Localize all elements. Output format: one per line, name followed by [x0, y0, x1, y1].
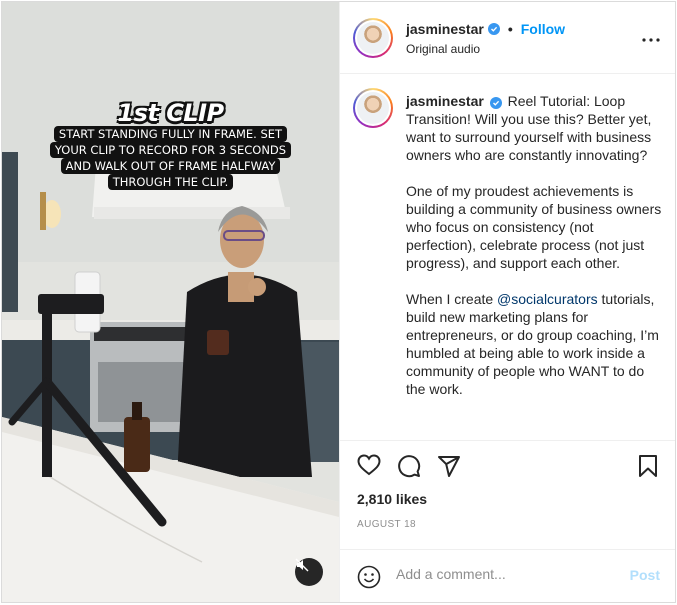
comment-input[interactable] [396, 566, 611, 582]
comment-icon [398, 455, 421, 478]
caption-paragraph-2: One of my proudest achievements is build… [406, 183, 662, 271]
post-details-panel: jasminestar • Follow Original audio jasm… [339, 2, 675, 602]
heart-icon [357, 454, 381, 476]
more-options-button[interactable] [642, 29, 660, 47]
action-bar [340, 440, 675, 495]
bookmark-icon [639, 455, 657, 477]
caption-text: jasminestar Reel Tutorial: Loop Transiti… [406, 92, 666, 398]
post-dialog: 1st CLIP START STANDING FULLY IN FRAME. … [1, 1, 676, 603]
comment-button[interactable] [397, 454, 421, 483]
like-count[interactable]: 2,810 likes [357, 491, 427, 507]
mention-link[interactable]: @socialcurators [497, 291, 598, 307]
reel-video[interactable]: 1st CLIP START STANDING FULLY IN FRAME. … [2, 2, 339, 602]
caption-comment: jasminestar Reel Tutorial: Loop Transiti… [340, 75, 675, 439]
clip-instruction-line: START STANDING FULLY IN FRAME. SET [53, 126, 288, 142]
more-icon [642, 38, 660, 42]
emoji-icon [357, 565, 381, 589]
like-button[interactable] [357, 454, 381, 481]
clip-instruction-line: AND WALK OUT OF FRAME HALFWAY [60, 158, 281, 174]
verified-icon [487, 23, 500, 35]
post-header: jasminestar • Follow Original audio [340, 2, 675, 74]
post-date[interactable]: AUGUST 18 [357, 519, 416, 530]
clip-title: 1st CLIP [117, 99, 224, 127]
video-frame-illustration [2, 2, 339, 602]
mute-button[interactable] [295, 558, 323, 586]
caption-author-avatar[interactable] [353, 88, 393, 128]
save-button[interactable] [638, 454, 658, 483]
author-username[interactable]: jasminestar [406, 21, 484, 37]
separator: • [507, 21, 513, 37]
caption-username[interactable]: jasminestar [406, 93, 484, 109]
author-avatar[interactable] [353, 18, 393, 58]
follow-button[interactable]: Follow [521, 21, 565, 37]
video-text-overlay: 1st CLIP START STANDING FULLY IN FRAME. … [2, 100, 339, 190]
caption-paragraph-3-text: When I create [406, 291, 498, 307]
clip-instruction-line: THROUGH THE CLIP. [107, 174, 234, 190]
share-icon [438, 456, 460, 477]
verified-icon [489, 97, 502, 109]
caption-paragraph-3: When I create @socialcurators tutorials,… [406, 290, 666, 398]
clip-instruction-line: YOUR CLIP TO RECORD FOR 3 SECONDS [49, 142, 292, 158]
mute-icon [295, 558, 309, 572]
clip-instructions: START STANDING FULLY IN FRAME. SET YOUR … [2, 126, 339, 190]
share-button[interactable] [437, 454, 461, 483]
add-comment-bar: Post [340, 549, 675, 602]
emoji-button[interactable] [357, 565, 381, 594]
audio-label[interactable]: Original audio [406, 42, 480, 56]
post-button[interactable]: Post [630, 567, 660, 583]
